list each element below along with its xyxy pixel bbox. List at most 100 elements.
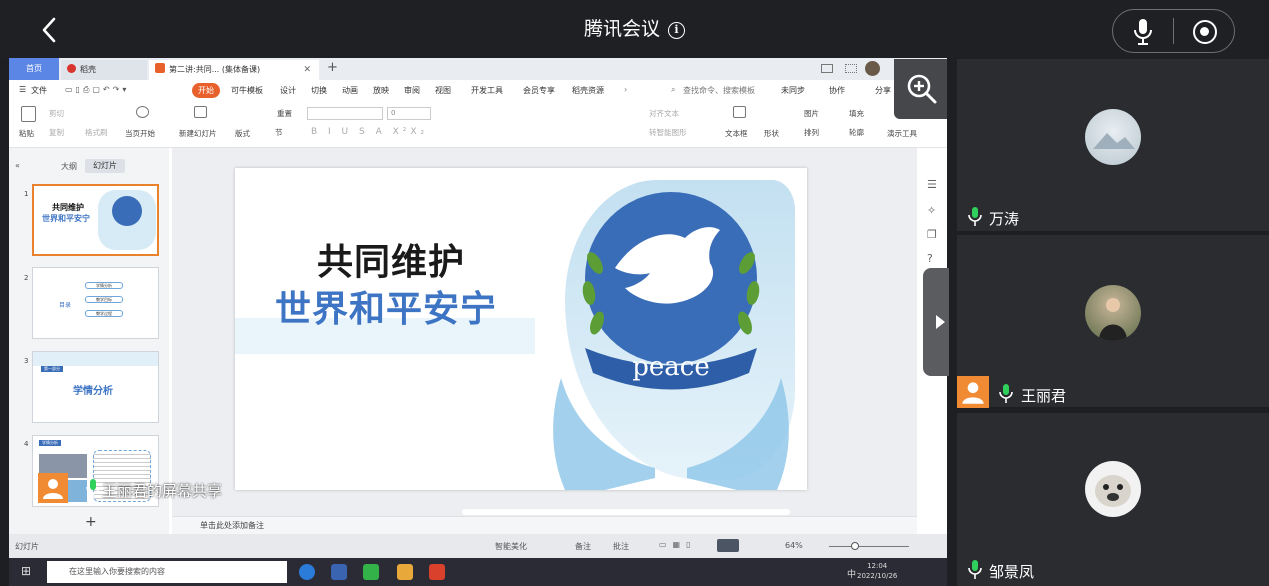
quick-access-icons[interactable]: ▭▯⎙▢↶↷▾ [65, 85, 129, 95]
menu-animation[interactable]: 动画 [342, 85, 358, 96]
app-icon[interactable] [331, 564, 347, 580]
add-slide-icon[interactable]: + [85, 514, 97, 530]
info-icon[interactable]: i [668, 22, 685, 39]
layout-button[interactable]: 版式 [235, 128, 250, 139]
menu-transition[interactable]: 切换 [311, 85, 327, 96]
screen-share-label: 王丽君的屏幕共享 [102, 482, 223, 500]
thumb-wash [33, 352, 158, 366]
thumb-item: 学情分析 [85, 282, 123, 289]
tab-daoke[interactable]: 稻壳 [61, 60, 147, 80]
tab-document[interactable]: 第二讲:共同... (集体备课) ✕ [149, 60, 319, 80]
slide-number: 1 [24, 190, 29, 198]
play-icon[interactable] [136, 106, 149, 120]
collaborate-button[interactable]: 协作 [829, 85, 845, 96]
participant-tile[interactable] [957, 235, 1269, 407]
zoom-slider-thumb[interactable] [851, 542, 859, 550]
arrange-button[interactable]: 排列 [804, 127, 819, 138]
slide-thumbnail-2[interactable]: 目录 学情分析 教学目标 教学过程 [32, 267, 159, 339]
notes-toggle[interactable]: 备注 [575, 541, 591, 552]
zoom-button[interactable] [894, 59, 947, 119]
textbox-button[interactable]: 文本框 [725, 128, 748, 139]
menu-slideshow[interactable]: 放映 [373, 85, 389, 96]
person-icon [962, 382, 984, 404]
menu-kaniu[interactable]: 可牛模板 [231, 85, 263, 96]
picture-button[interactable]: 图片 [804, 108, 819, 119]
help-icon[interactable]: ? [927, 252, 933, 265]
wechat-icon[interactable] [363, 564, 379, 580]
tab-slides[interactable]: 幻灯片 [85, 159, 125, 173]
participant-tile[interactable]: 邹景凤 [957, 413, 1269, 586]
reset-button[interactable]: 重置 [277, 108, 292, 119]
user-avatar[interactable] [865, 61, 880, 76]
record-icon[interactable] [1193, 20, 1217, 44]
new-slide-button[interactable]: 新建幻灯片 [179, 128, 217, 139]
pin-icon[interactable]: ✧ [927, 204, 936, 217]
tab-outline[interactable]: 大纲 [61, 161, 77, 172]
new-slide-icon[interactable] [194, 106, 207, 120]
new-tab-icon[interactable]: + [327, 60, 338, 75]
edge-browser-icon[interactable] [299, 564, 315, 580]
folder-icon[interactable] [397, 564, 413, 580]
more-arrow-icon[interactable]: › [624, 85, 627, 94]
slide-thumbnail-1[interactable]: 共同维护 世界和平安宁 [32, 184, 159, 256]
windows-start-icon[interactable]: ⊞ [21, 564, 31, 578]
smart-graphic-button[interactable]: 转智能图形 [649, 127, 687, 138]
text-format-icons[interactable]: B I U S A X²X₂ [311, 127, 428, 137]
zoom-slider[interactable] [829, 546, 909, 547]
menu-file[interactable]: 文件 [31, 85, 47, 96]
font-family-select[interactable] [307, 107, 383, 120]
comment-toggle[interactable]: 批注 [613, 541, 629, 552]
home-indicator[interactable] [462, 509, 790, 515]
view-mode-icons[interactable]: ▭▦▯ [659, 540, 697, 549]
from-current-button[interactable]: 当页开始 [125, 128, 155, 139]
paste-icon[interactable] [21, 106, 36, 124]
menu-design[interactable]: 设计 [280, 85, 296, 96]
copy-button[interactable]: 复制 [49, 127, 64, 138]
participant-tile[interactable]: 万涛 [957, 59, 1269, 231]
menu-developer[interactable]: 开发工具 [471, 85, 503, 96]
presentation-tools-button[interactable]: 演示工具 [887, 128, 917, 139]
section-button[interactable]: 节 [275, 127, 283, 138]
search-icon[interactable]: ⌕ [671, 85, 675, 95]
expand-panel-button[interactable] [923, 268, 949, 376]
menu-review[interactable]: 审阅 [404, 85, 420, 96]
command-search[interactable]: 查找命令、搜索模板 [683, 85, 755, 96]
settings-sliders-icon[interactable]: ☰ [927, 178, 937, 191]
ime-indicator[interactable]: 中 [847, 567, 856, 580]
align-text-button[interactable]: 对齐文本 [649, 108, 679, 119]
play-slideshow-icon[interactable] [717, 539, 739, 552]
share-button[interactable]: 分享 [875, 85, 891, 96]
window-mode-icon[interactable] [821, 64, 833, 73]
grid-icon[interactable] [845, 64, 857, 73]
close-icon[interactable]: ✕ [303, 60, 311, 80]
collapse-icon[interactable]: « [15, 161, 20, 170]
outline-button[interactable]: 轮廓 [849, 127, 864, 138]
copy-icon[interactable]: ❐ [927, 228, 937, 241]
paste-button[interactable]: 粘贴 [19, 128, 34, 139]
font-size-select[interactable]: 0 [387, 107, 431, 120]
taskbar-search-placeholder: 在这里输入你要搜索的内容 [69, 567, 165, 576]
taskbar-search[interactable]: 在这里输入你要搜索的内容 [47, 561, 287, 583]
tab-home[interactable]: 首页 [9, 58, 59, 80]
taskbar-clock[interactable]: 12:04 2022/10/26 [857, 561, 897, 581]
slide-main[interactable]: peace 共同维护 世界和平安宁 [235, 168, 807, 490]
cut-button[interactable]: 剪切 [49, 108, 64, 119]
thumb-item: 教学目标 [85, 296, 123, 303]
slide-thumbnail-3[interactable]: 第一部分 学情分析 [32, 351, 159, 423]
menu-icon[interactable]: ☰ [19, 85, 26, 94]
microphone-active-icon [999, 384, 1013, 403]
textbox-icon[interactable] [733, 106, 746, 120]
meeting-title[interactable]: 腾讯会议 i [0, 14, 1269, 41]
menu-start[interactable]: 开始 [192, 83, 220, 98]
format-painter-button[interactable]: 格式刷 [85, 127, 108, 138]
fill-button[interactable]: 填充 [849, 108, 864, 119]
smart-beautify-button[interactable]: 智能美化 [495, 541, 527, 552]
menu-vip[interactable]: 会员专享 [523, 85, 555, 96]
menu-view[interactable]: 视图 [435, 85, 451, 96]
menu-daoke-resources[interactable]: 稻壳资源 [572, 85, 604, 96]
microphone-icon[interactable] [1133, 18, 1153, 46]
sync-status[interactable]: 未同步 [781, 85, 805, 96]
notes-area[interactable]: 单击此处添加备注 [172, 516, 917, 534]
shape-button[interactable]: 形状 [764, 128, 779, 139]
wps-icon[interactable] [429, 564, 445, 580]
